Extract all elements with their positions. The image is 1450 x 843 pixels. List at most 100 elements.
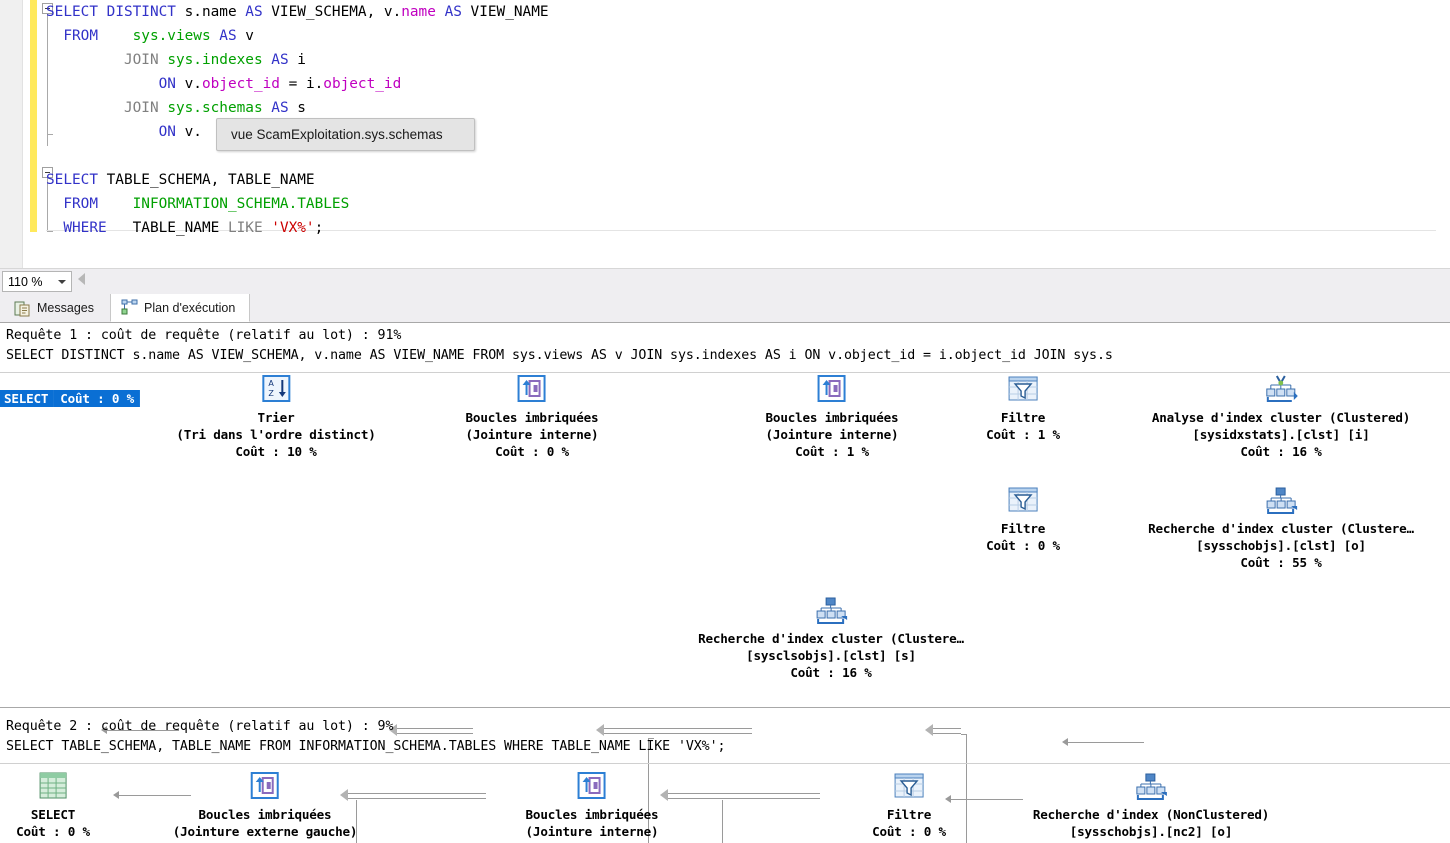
code-token: AS (271, 52, 289, 68)
code-token: SELECT (46, 172, 98, 188)
plan-node-detail: (Jointure externe gauche) (172, 824, 358, 839)
plan-node-q2-nl1[interactable]: Boucles imbriquées (Jointure externe gauc… (172, 772, 358, 840)
code-token: ON (158, 76, 176, 92)
code-token: DISTINCT (106, 4, 176, 20)
plan-node-detail: [sysschobjs].[clst] [o] (1196, 538, 1366, 553)
plan-node-cost: Coût : 0 % (54, 390, 141, 407)
connector-q2-filter-seek (951, 799, 1023, 800)
code-line: JOIN sys.indexes AS i (46, 48, 306, 72)
code-token: WHERE (63, 220, 107, 236)
plan-node-label: Recherche d'index (NonClustered) (1032, 807, 1270, 822)
plan-node-q1-select[interactable]: SELECT Coût : 0 % (0, 375, 141, 409)
plan-node-q1-filter1[interactable]: Filtre Coût : 1 % (986, 375, 1060, 443)
svg-text:Z: Z (268, 389, 274, 398)
plan-node-label: Analyse d'index cluster (Clustered) (1151, 410, 1411, 425)
code-token: VIEW_NAME (461, 4, 549, 20)
code-line: ON v. (46, 120, 202, 144)
chevron-down-icon[interactable] (58, 280, 66, 284)
connector-nl2-filter1 (933, 728, 961, 734)
plan-node-q1-seek2[interactable]: Recherche d'index cluster (Clustere… [sys… (698, 596, 964, 681)
clustered-index-seek-icon (814, 596, 848, 628)
plan-node-q2-filter1[interactable]: Filtre Coût : 0 % (872, 772, 946, 840)
code-token: ON (158, 124, 176, 140)
plan-node-label: SELECT (30, 807, 76, 822)
code-token: v. (175, 124, 202, 140)
code-token: JOIN (123, 100, 159, 116)
code-token: FROM (63, 196, 98, 212)
code-line: FROM sys.views AS v (46, 24, 254, 48)
connector-filter1-scan (1068, 742, 1144, 743)
plan-node-label: Boucles imbriquées (525, 807, 659, 822)
connector-nl2-inner-v (966, 734, 967, 843)
connector-q2-nl1-nl2 (348, 793, 486, 799)
results-tabstrip[interactable]: Messages Plan d'exécution (0, 294, 1450, 323)
editor-zoom-bar: 110 % (0, 268, 1450, 296)
code-token: object_id (201, 76, 280, 92)
quickinfo-tooltip: vue ScamExploitation.sys.schemas (216, 118, 475, 151)
plan-node-label: SELECT (0, 390, 55, 407)
code-token: INFORMATION_SCHEMA.TABLES (132, 196, 350, 212)
plan-divider (0, 707, 1450, 708)
query1-cost-header: Requête 1 : coût de requête (relatif au … (6, 328, 402, 343)
code-token: 'VX%' (271, 220, 315, 236)
plan-node-label: Boucles imbriquées (765, 410, 899, 425)
code-token: TABLE_SCHEMA, TABLE_NAME (97, 172, 315, 188)
plan-node-q1-nl1[interactable]: Boucles imbriquées (Jointure interne) Coût… (466, 375, 599, 460)
connector-arrow-icon (660, 789, 668, 801)
plan-node-detail: (Jointure interne) (525, 824, 659, 839)
query2-cost-header: Requête 2 : coût de requête (relatif au … (6, 719, 394, 734)
plan-node-q1-seek1[interactable]: Recherche d'index cluster (Clustere… [sys… (1148, 486, 1414, 571)
code-line: ON v.object_id = i.object_id (46, 72, 402, 96)
plan-node-detail: [sysclsobjs].[clst] [s] (746, 648, 916, 663)
tab-messages[interactable]: Messages (4, 294, 108, 322)
zoom-level-combobox[interactable]: 110 % (2, 271, 72, 292)
plan-node-q1-scan1[interactable]: Analyse d'index cluster (Clustered) [sysi… (1152, 375, 1410, 460)
connector-q2-nl2-filter (668, 793, 820, 799)
code-line: SELECT TABLE_SCHEMA, TABLE_NAME (46, 168, 315, 192)
plan-node-label: Filtre (1000, 521, 1046, 536)
tab-messages-label: Messages (37, 301, 94, 315)
code-token: name (401, 4, 436, 20)
code-token: AS (271, 100, 289, 116)
code-line: FROM INFORMATION_SCHEMA.TABLES (46, 192, 349, 216)
connector-arrow-icon (1062, 738, 1068, 746)
plan-node-q2-select[interactable]: SELECT Coût : 0 % (16, 772, 90, 840)
connector-arrow-icon (113, 791, 119, 799)
plan-node-detail: [sysschobjs].[nc2] [o] (1069, 824, 1233, 839)
plan-node-cost: Coût : 10 % (235, 444, 317, 459)
filter-icon (893, 772, 925, 804)
code-line: JOIN sys.schemas AS s (46, 96, 306, 120)
plan-node-cost: Coût : 0 % (986, 538, 1060, 553)
plan-divider (0, 322, 1450, 323)
code-token: s (288, 100, 306, 116)
tooltip-text: vue ScamExploitation.sys.schemas (231, 127, 443, 142)
execution-plan-icon (121, 299, 138, 316)
tab-execution-plan[interactable]: Plan d'exécution (110, 294, 250, 322)
plan-node-cost: Coût : 16 % (790, 665, 872, 680)
plan-node-label: Boucles imbriquées (465, 410, 599, 425)
plan-node-cost: Coût : 0 % (495, 444, 569, 459)
execution-plan-pane[interactable]: Requête 1 : coût de requête (relatif au … (0, 322, 1450, 843)
plan-node-q1-sort[interactable]: A Z Trier (Tri dans l'ordre distinct) Coût… (176, 375, 376, 460)
code-token: sys.views (132, 28, 211, 44)
clustered-index-seek-icon (1264, 486, 1298, 518)
connector-nl1-nl2 (604, 728, 752, 734)
nested-loops-icon (517, 375, 547, 407)
plan-node-q1-filter2[interactable]: Filtre Coût : 0 % (986, 486, 1060, 554)
plan-node-q2-nl2[interactable]: Boucles imbriquées (Jointure interne) (526, 772, 659, 840)
sql-code-editor[interactable]: SELECT DISTINCT s.name AS VIEW_SCHEMA, v… (0, 0, 1450, 268)
plan-node-q1-nl2[interactable]: Boucles imbriquées (Jointure interne) Coût… (766, 375, 899, 460)
query1-sql-text: SELECT DISTINCT s.name AS VIEW_SCHEMA, v… (6, 348, 1113, 363)
scroll-left-icon[interactable] (78, 273, 85, 285)
plan-node-cost: Coût : 1 % (795, 444, 869, 459)
zoom-level-value: 110 % (8, 274, 43, 289)
plan-node-q2-seek1[interactable]: Recherche d'index (NonClustered) [sysscho… (1033, 772, 1269, 840)
